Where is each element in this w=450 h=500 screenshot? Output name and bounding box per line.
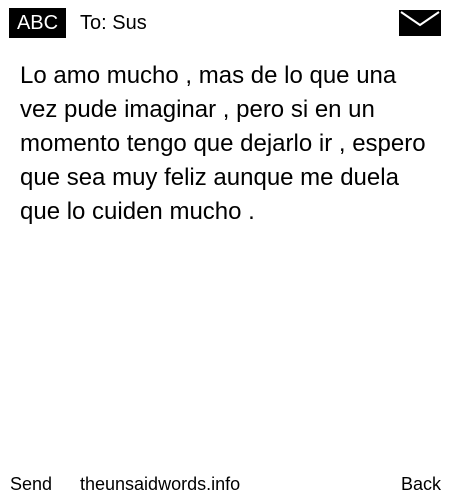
- site-link[interactable]: theunsaidwords.info: [80, 470, 240, 498]
- message-body[interactable]: Lo amo mucho , mas de lo que una vez pud…: [20, 59, 430, 229]
- header-bar: ABC To: Sus: [0, 0, 450, 46]
- recipient-field[interactable]: To: Sus: [80, 8, 147, 38]
- footer-bar: Send theunsaidwords.info Back: [0, 470, 450, 498]
- input-mode-badge[interactable]: ABC: [9, 8, 66, 38]
- envelope-icon: [399, 10, 441, 36]
- send-button[interactable]: Send: [10, 470, 52, 498]
- back-button[interactable]: Back: [401, 470, 441, 498]
